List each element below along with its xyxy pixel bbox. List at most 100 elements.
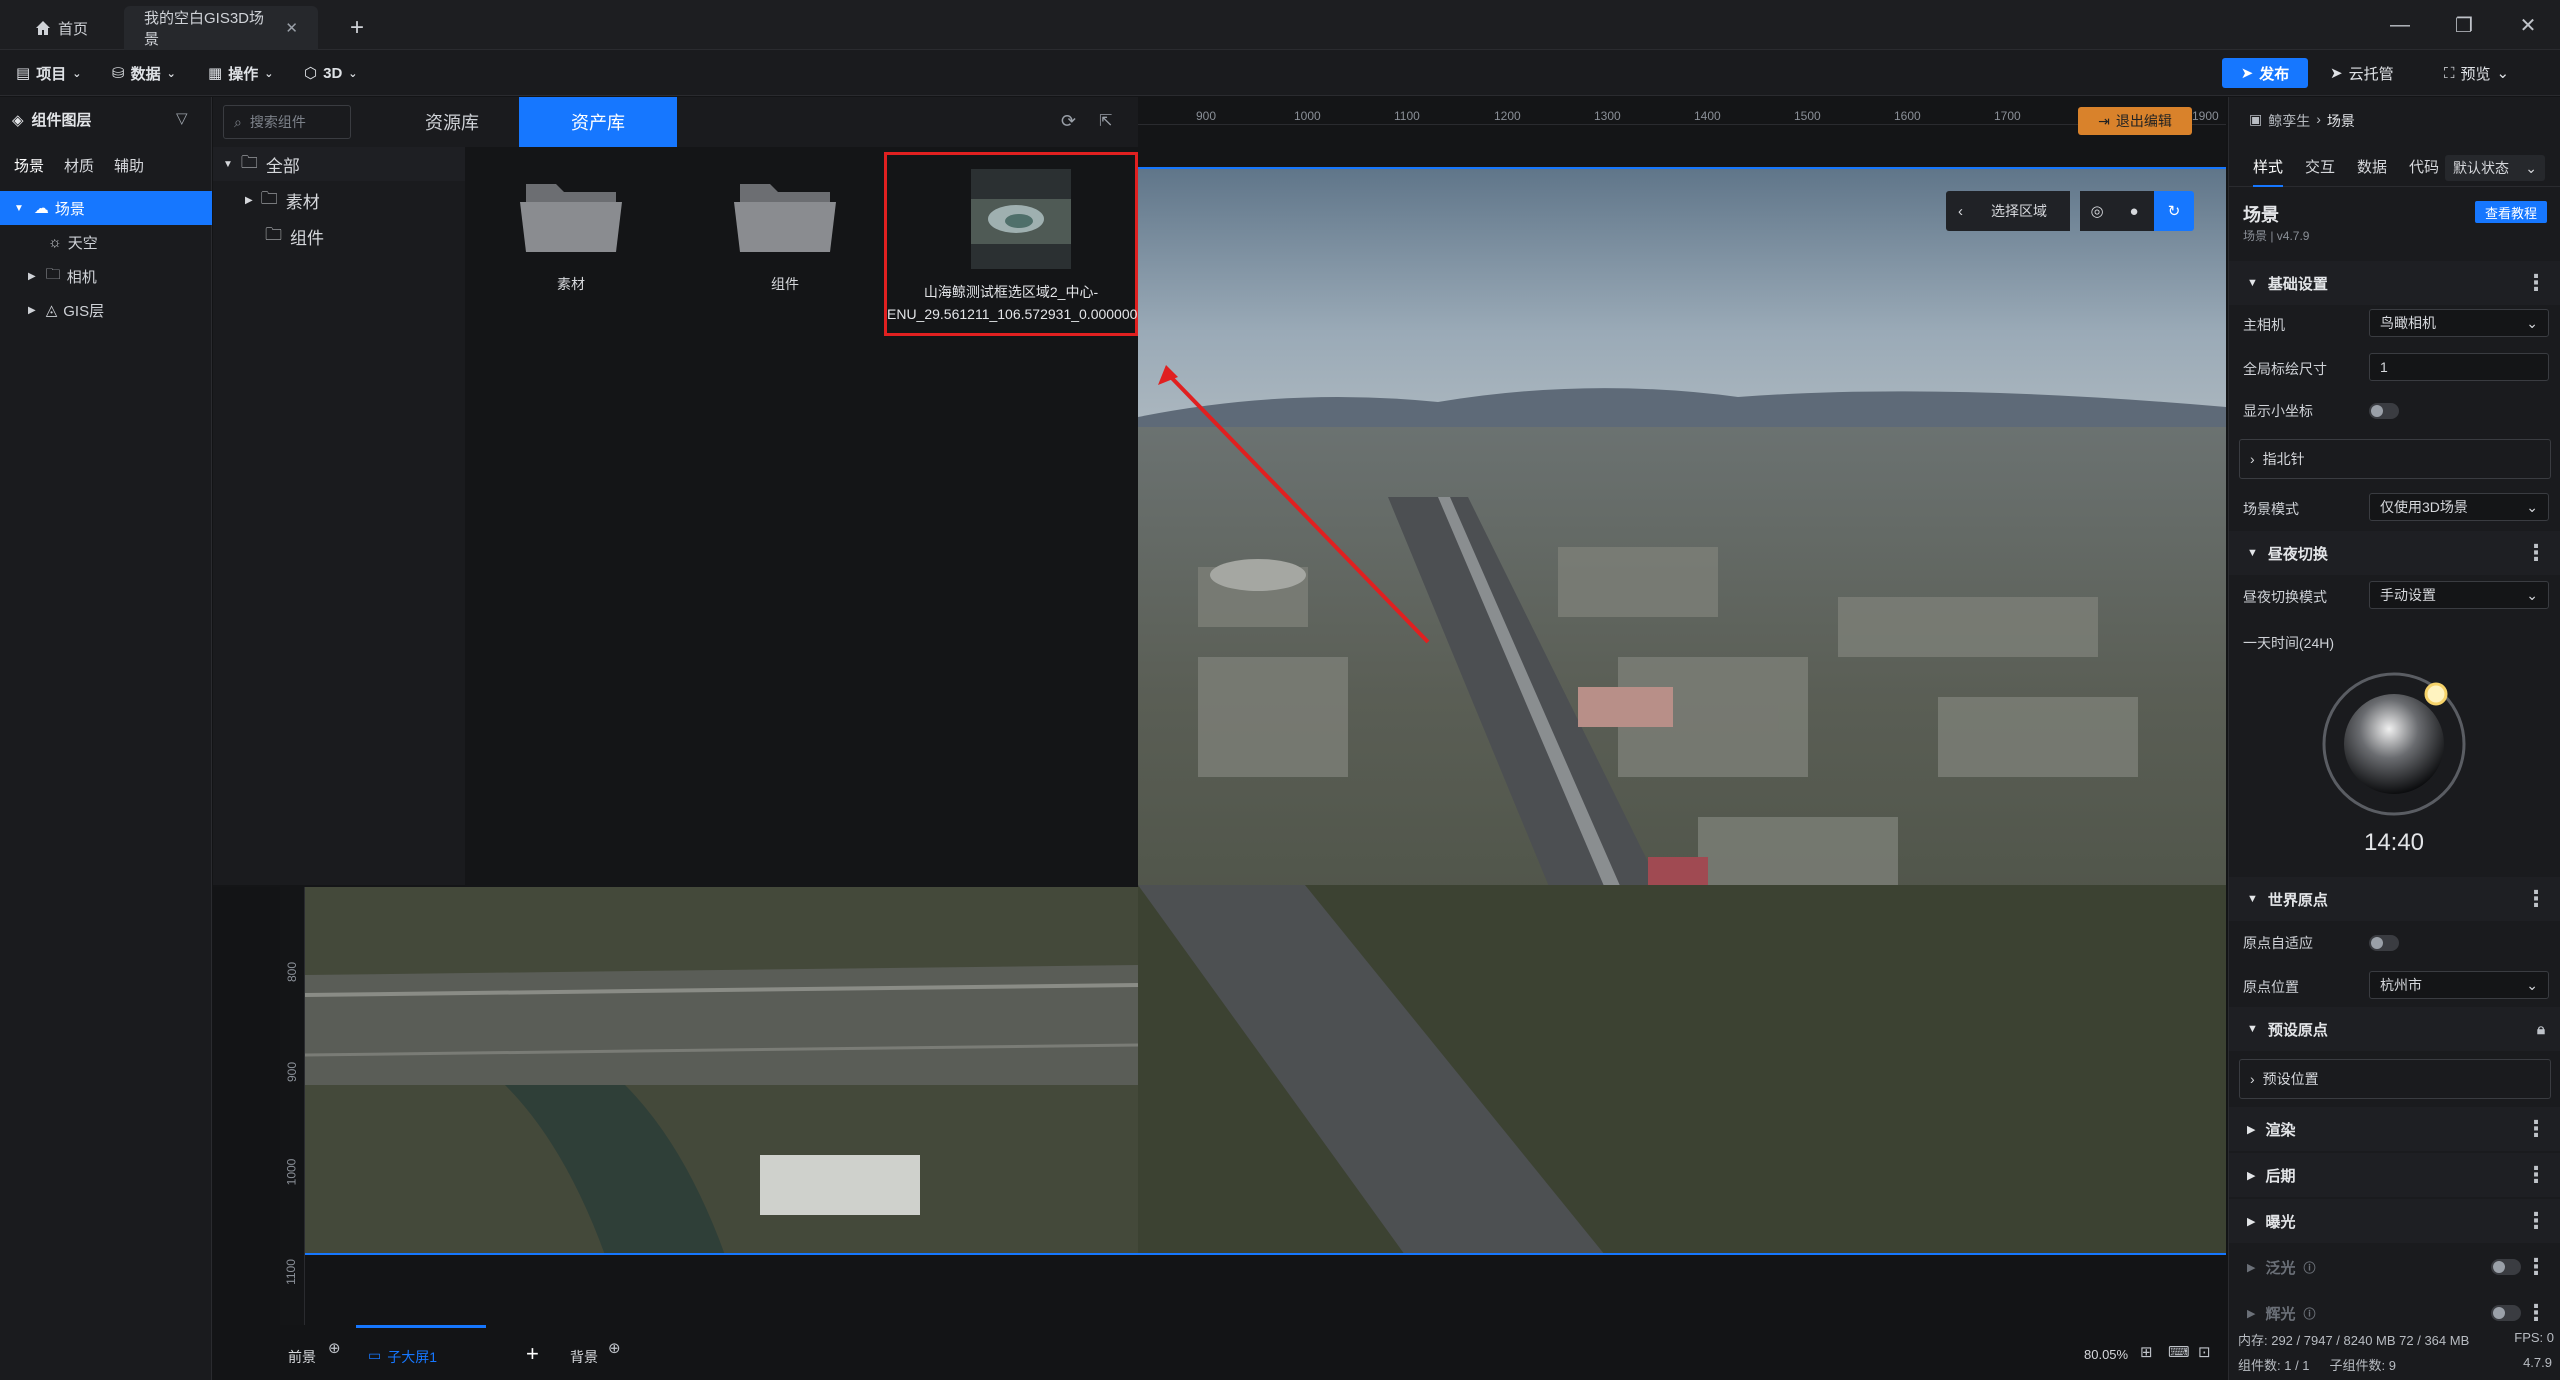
more-icon[interactable]: ⋮	[2525, 1300, 2547, 1326]
exit-edit-button[interactable]: ⇥ 退出编辑	[2078, 107, 2192, 135]
scale-value: 1	[2380, 359, 2388, 375]
chevron-down-icon: ⌄	[264, 67, 274, 80]
menu-3d[interactable]: ⬡ 3D ⌄	[304, 58, 358, 88]
status-memory-row: 内存: 292 / 7947 / 8240 MB 72 / 364 MB FPS…	[2238, 1330, 2560, 1349]
tab-resource-library[interactable]: 资源库	[373, 97, 531, 147]
chevron-right-icon: ›	[2250, 451, 2255, 467]
more-icon[interactable]: ⋮	[2525, 886, 2547, 912]
asset-folder-component[interactable]: 组件	[720, 176, 850, 306]
time-dial[interactable]	[2321, 671, 2467, 817]
section-glow[interactable]: ▶ 辉光 ⓘ ⋮	[2229, 1291, 2560, 1335]
more-icon[interactable]: ⋮	[2525, 1254, 2547, 1280]
tab-asset-library[interactable]: 资产库	[519, 97, 677, 147]
section-daynight[interactable]: ▼ 昼夜切换 ⋮	[2229, 531, 2560, 575]
background-label[interactable]: 背景	[570, 1347, 598, 1367]
asset-tree-all[interactable]: ▼ 🗀 全部	[213, 147, 465, 181]
section-bloom[interactable]: ▶ 泛光 ⓘ ⋮	[2229, 1245, 2560, 1289]
chevron-down-icon: ⌄	[2496, 65, 2510, 82]
tutorial-button[interactable]: 查看教程	[2475, 201, 2547, 223]
preview-button[interactable]: ⛶ 预览 ⌄	[2444, 58, 2509, 88]
export-icon[interactable]: ⇱	[1099, 111, 1112, 131]
origin-auto-toggle[interactable]	[2369, 935, 2399, 951]
tab-document[interactable]: 我的空白GIS3D场景 ✕	[124, 6, 318, 50]
globe-icon[interactable]: ◎	[2080, 191, 2114, 231]
more-icon[interactable]: ⋮	[2525, 270, 2547, 296]
tab-data[interactable]: 数据	[2357, 156, 2387, 177]
section-exposure[interactable]: ▶ 曝光 ⋮	[2229, 1199, 2560, 1243]
asset-tree-label: 全部	[265, 156, 300, 176]
show-axis-toggle[interactable]	[2369, 403, 2399, 419]
add-background-icon[interactable]: ⊕	[608, 1339, 621, 1357]
section-world-origin[interactable]: ▼ 世界原点 ⋮	[2229, 877, 2560, 921]
tree-item-camera[interactable]: ▶ 🗀 相机	[0, 259, 212, 293]
breadcrumb-root[interactable]: 鲸孪生	[2268, 111, 2310, 131]
tab-scene[interactable]: 场景	[14, 155, 44, 176]
help-icon: ⓘ	[2303, 1260, 2316, 1275]
tab-home[interactable]: 首页	[14, 6, 114, 50]
subscreen-tab[interactable]: ▭ 子大屏1	[368, 1347, 437, 1367]
filter-icon[interactable]: ▽	[176, 109, 188, 127]
fit-icon[interactable]: ⊞	[2140, 1343, 2153, 1361]
asset-search-input[interactable]: ⌕ 搜索组件	[223, 105, 351, 139]
ruler-number: 1500	[1794, 109, 1821, 123]
glow-toggle[interactable]	[2491, 1305, 2521, 1321]
more-icon[interactable]: ⋮	[2525, 1116, 2547, 1142]
asset-tree-component[interactable]: 🗀 组件	[213, 219, 465, 253]
preset-position-group[interactable]: › 预设位置	[2239, 1059, 2551, 1099]
daynight-mode-select[interactable]: 手动设置 ⌄	[2369, 581, 2549, 609]
caret-right-icon: ▶	[2247, 1261, 2256, 1274]
tree-item-gis[interactable]: ▶ ◬ GIS层	[0, 293, 212, 327]
scene-mode-select[interactable]: 仅使用3D场景 ⌄	[2369, 493, 2549, 521]
asset-folder-material[interactable]: 素材	[506, 176, 636, 306]
tab-style[interactable]: 样式	[2253, 156, 2284, 187]
restore-icon[interactable]: ❐	[2444, 10, 2484, 40]
menu-data[interactable]: ⛁ 数据 ⌄	[112, 58, 176, 88]
more-icon[interactable]: ⋮	[2525, 1208, 2547, 1234]
compass-group[interactable]: › 指北针	[2239, 439, 2551, 479]
gis-icon: ◬	[45, 302, 58, 319]
tree-item-sky[interactable]: ☼ 天空	[0, 225, 212, 259]
add-tab-button[interactable]: +	[330, 6, 384, 50]
minimize-icon[interactable]: —	[2380, 10, 2420, 40]
more-icon[interactable]: ⋮	[2525, 540, 2547, 566]
refresh-icon[interactable]: ⟳	[1061, 111, 1076, 132]
tab-interaction[interactable]: 交互	[2305, 156, 2335, 177]
section-render[interactable]: ▶ 渲染 ⋮	[2229, 1107, 2560, 1151]
rotate-icon[interactable]: ↻	[2154, 191, 2194, 231]
scene-viewport-lower[interactable]	[305, 885, 2226, 1255]
menu-operation[interactable]: ▦ 操作 ⌄	[208, 58, 273, 88]
add-screen-icon[interactable]: +	[526, 1341, 539, 1367]
title-bar: 首页 我的空白GIS3D场景 ✕ + — ❐ ✕	[0, 0, 2560, 50]
section-preset-origin[interactable]: ▼ 预设原点 🔒︎	[2229, 1007, 2560, 1051]
tree-item-scene[interactable]: ▼ ☁ 场景	[0, 191, 212, 225]
tab-code[interactable]: 代码	[2409, 156, 2439, 177]
tab-helper[interactable]: 辅助	[114, 155, 144, 176]
close-tab-icon[interactable]: ✕	[285, 19, 298, 37]
origin-auto-label: 原点自适应	[2243, 935, 2313, 951]
add-foreground-icon[interactable]: ⊕	[328, 1339, 341, 1357]
section-post[interactable]: ▶ 后期 ⋮	[2229, 1153, 2560, 1197]
asset-tree-material[interactable]: ▶ 🗀 素材	[213, 183, 465, 217]
lock-icon[interactable]: 🔒︎	[2537, 1021, 2545, 1038]
section-daynight-title: 昼夜切换	[2267, 545, 2328, 563]
cloud-button[interactable]: ➤ 云托管	[2330, 58, 2394, 88]
asset-model-label: 山海鲸测试框选区域2_中心- ENU_29.561211_106.572931_…	[887, 281, 1137, 325]
zoom-level[interactable]: 80.05%	[2084, 1347, 2128, 1362]
foreground-label[interactable]: 前景	[288, 1347, 316, 1367]
console-icon[interactable]: ⊡	[2198, 1343, 2211, 1361]
asset-model-item[interactable]: 山海鲸测试框选区域2_中心- ENU_29.561211_106.572931_…	[884, 152, 1138, 336]
section-basic[interactable]: ▼ 基础设置 ⋮	[2229, 261, 2560, 305]
close-window-icon[interactable]: ✕	[2508, 10, 2548, 40]
more-icon[interactable]: ⋮	[2525, 1162, 2547, 1188]
sphere-icon[interactable]: ●	[2114, 191, 2154, 231]
bloom-toggle[interactable]	[2491, 1259, 2521, 1275]
tab-material[interactable]: 材质	[64, 155, 94, 176]
menu-project[interactable]: ▤ 项目 ⌄	[16, 58, 81, 88]
main-camera-select[interactable]: 鸟瞰相机 ⌄	[2369, 309, 2549, 337]
publish-button[interactable]: ➤ 发布	[2222, 58, 2308, 88]
origin-pos-select[interactable]: 杭州市 ⌄	[2369, 971, 2549, 999]
state-select[interactable]: 默认状态 ⌄	[2445, 155, 2545, 181]
keyboard-icon[interactable]: ⌨	[2168, 1343, 2190, 1361]
scale-input[interactable]: 1	[2369, 353, 2549, 381]
select-area-button[interactable]: ‹ 选择区域	[1946, 191, 2070, 231]
